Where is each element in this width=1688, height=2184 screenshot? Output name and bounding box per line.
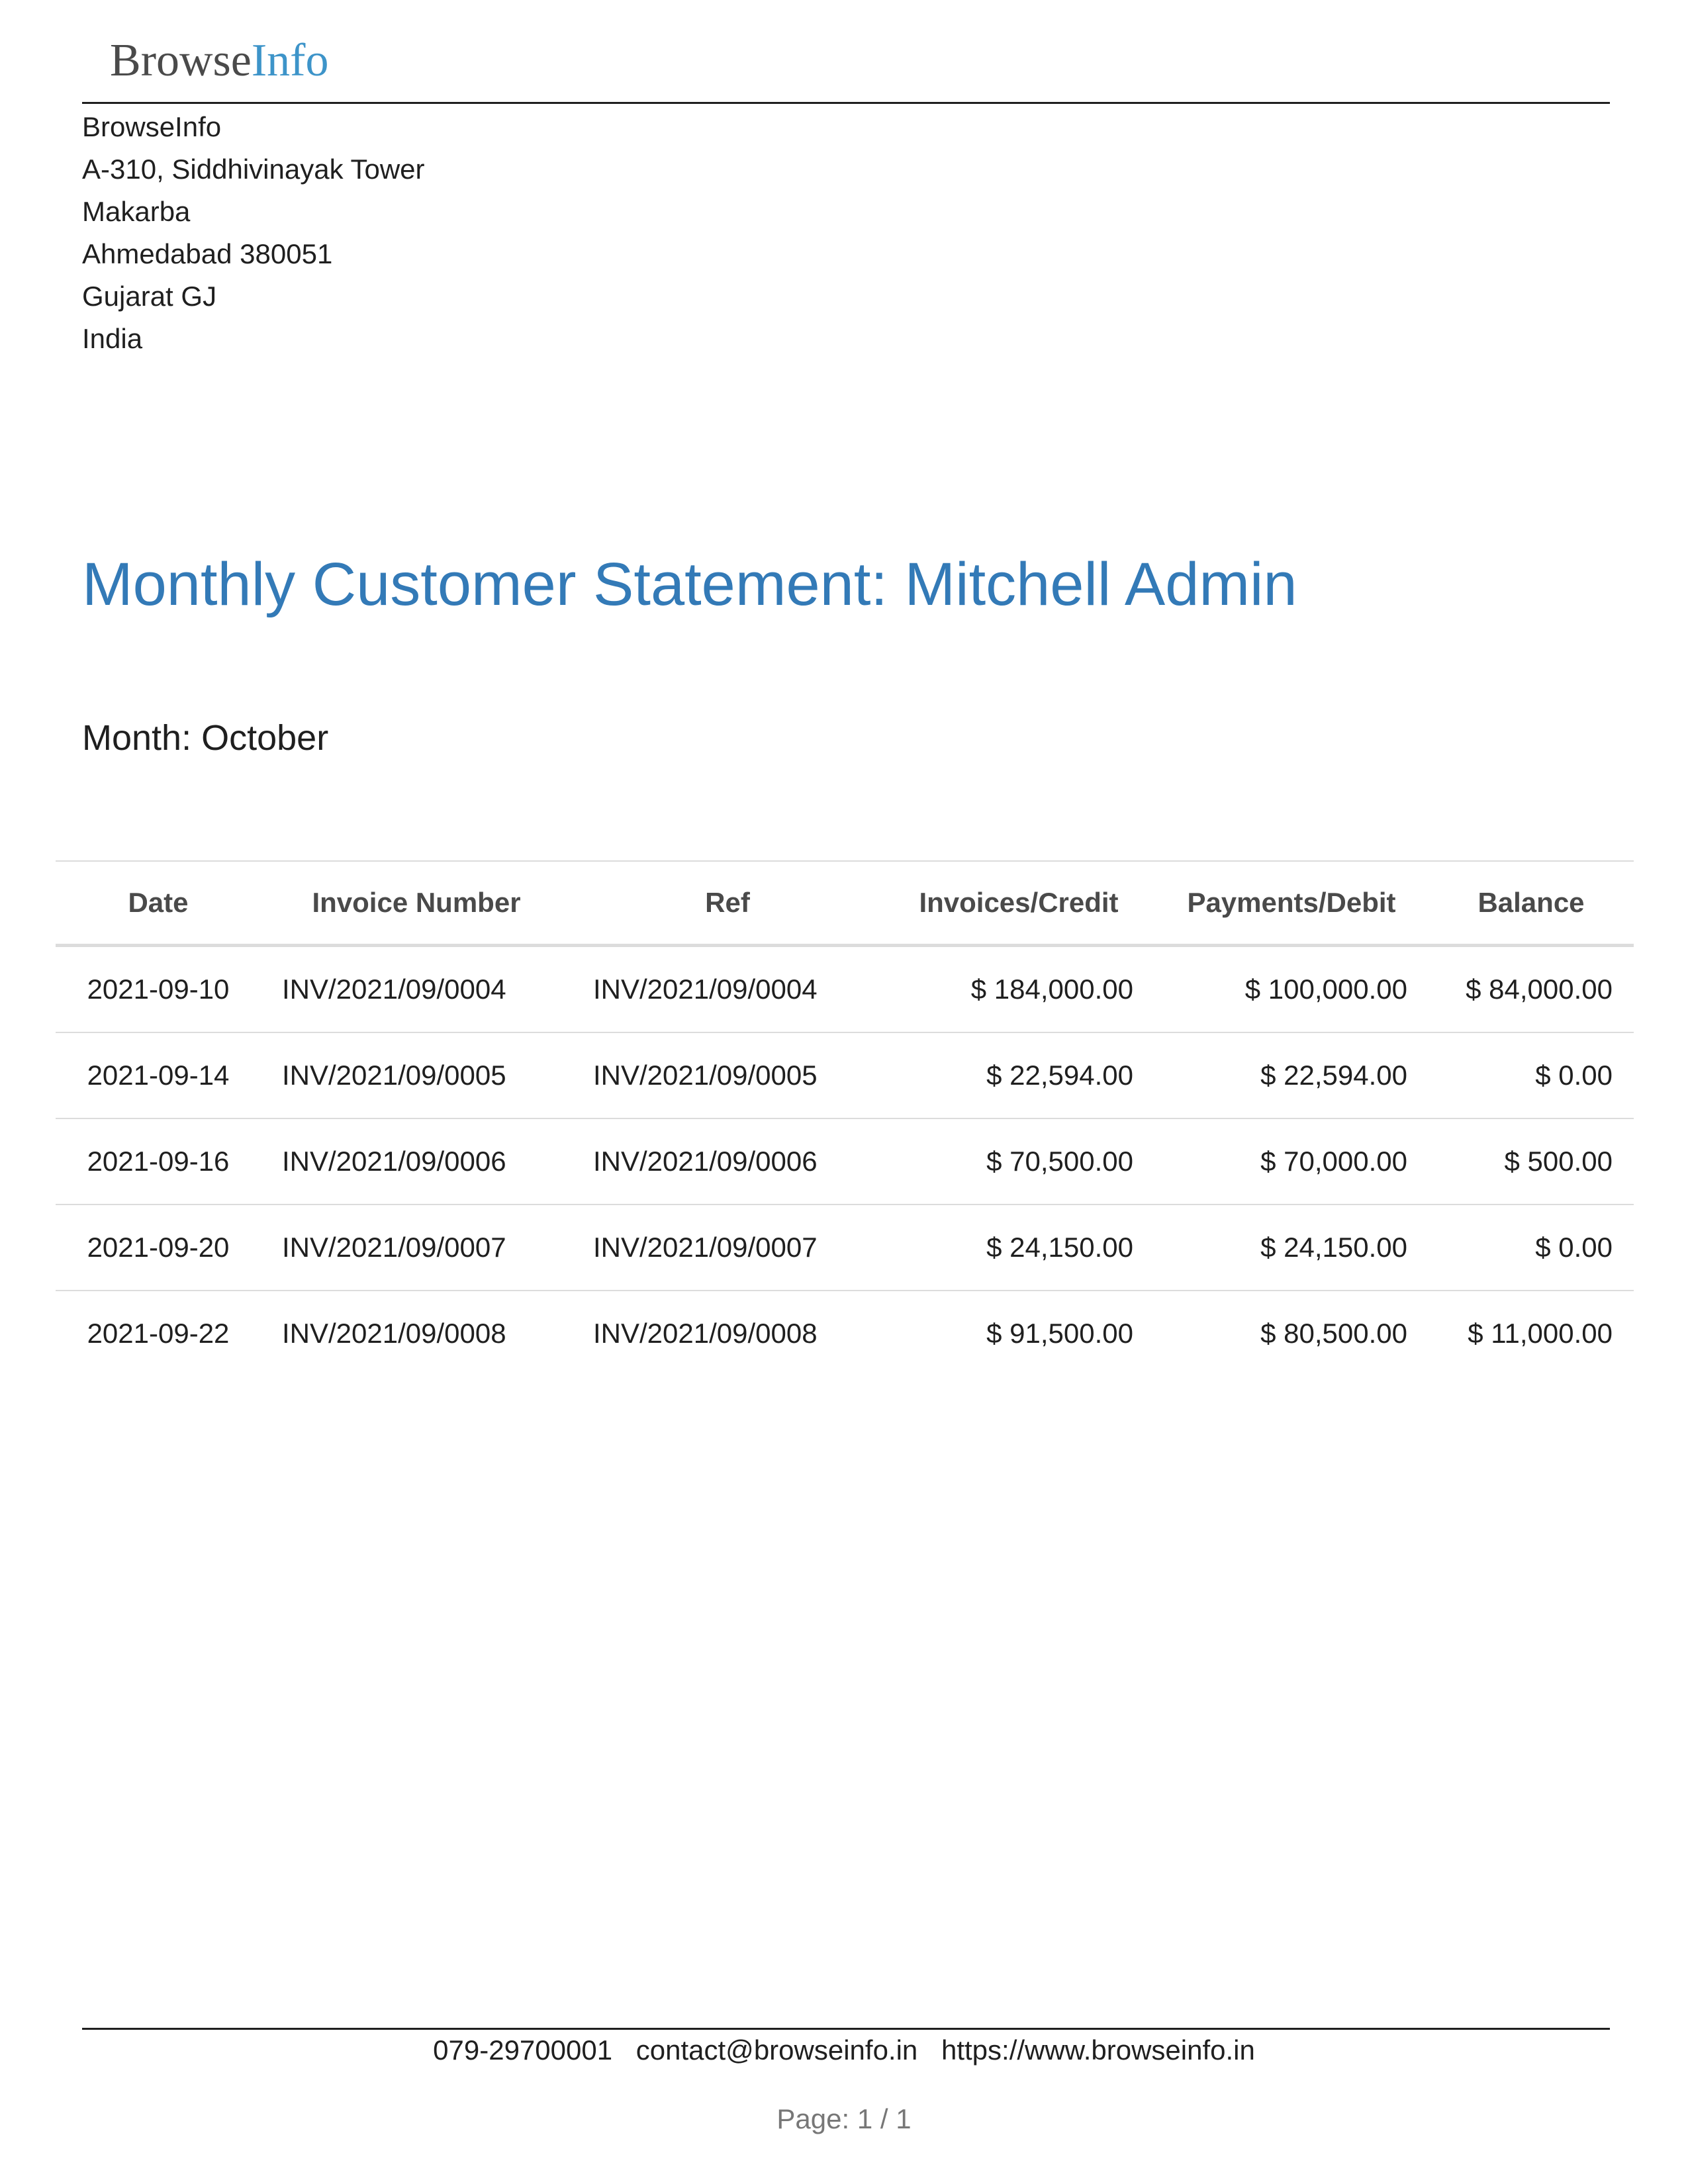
table-row: 2021-09-22 INV/2021/09/0008 INV/2021/09/… bbox=[56, 1291, 1634, 1376]
page-counter: Page: 1 / 1 bbox=[776, 2103, 912, 2134]
address-city-zip: Ahmedabad 380051 bbox=[82, 238, 333, 269]
table-row: 2021-09-10 INV/2021/09/0004 INV/2021/09/… bbox=[56, 945, 1634, 1033]
table-body: 2021-09-10 INV/2021/09/0004 INV/2021/09/… bbox=[56, 945, 1634, 1377]
column-header-invoices-credit: Invoices/Credit bbox=[919, 887, 1119, 918]
table-header-row: Date Invoice Number Ref Invoices/Credit … bbox=[56, 861, 1634, 946]
table-header: Date Invoice Number Ref Invoices/Credit … bbox=[56, 861, 1634, 946]
column-header-invoice-number: Invoice Number bbox=[312, 887, 521, 918]
statement-title: Monthly Customer Statement: Mitchell Adm… bbox=[82, 551, 1297, 618]
cell-balance: $ 0.00 bbox=[1429, 1205, 1634, 1291]
cell-date: 2021-09-20 bbox=[56, 1205, 261, 1291]
cell-balance: $ 500.00 bbox=[1429, 1118, 1634, 1205]
cell-date: 2021-09-14 bbox=[56, 1032, 261, 1119]
cell-invoice-number: INV/2021/09/0007 bbox=[261, 1205, 572, 1291]
address-street: A-310, Siddhivinayak Tower bbox=[82, 154, 425, 185]
address-state: Gujarat GJ bbox=[82, 281, 217, 312]
column-header-date: Date bbox=[128, 887, 189, 918]
address-company-name: BrowseInfo bbox=[82, 111, 222, 142]
footer-email: contact@browseinfo.in bbox=[635, 2034, 918, 2066]
statement-month: Month: October bbox=[82, 718, 329, 758]
logo-text-info: Info bbox=[251, 35, 329, 86]
table-row: 2021-09-14 INV/2021/09/0005 INV/2021/09/… bbox=[56, 1032, 1634, 1119]
header-divider bbox=[82, 102, 1610, 104]
company-logo: BrowseInfo bbox=[110, 34, 329, 87]
cell-invoices-credit: $ 24,150.00 bbox=[883, 1205, 1154, 1291]
cell-balance: $ 84,000.00 bbox=[1429, 945, 1634, 1033]
cell-balance: $ 11,000.00 bbox=[1468, 1318, 1613, 1349]
cell-invoice-number: INV/2021/09/0005 bbox=[261, 1032, 572, 1119]
cell-payments-debit: $ 24,150.00 bbox=[1154, 1205, 1429, 1291]
cell-date: 2021-09-22 bbox=[87, 1318, 230, 1349]
cell-payments-debit: $ 22,594.00 bbox=[1154, 1032, 1429, 1119]
company-address: BrowseInfo A-310, Siddhivinayak Tower Ma… bbox=[82, 106, 425, 360]
address-area: Makarba bbox=[82, 196, 191, 227]
footer-divider bbox=[82, 2028, 1610, 2030]
cell-invoice-number: INV/2021/09/0004 bbox=[261, 945, 572, 1033]
address-country: India bbox=[82, 323, 143, 354]
column-header-payments-debit: Payments/Debit bbox=[1187, 887, 1396, 918]
cell-invoices-credit: $ 70,500.00 bbox=[883, 1118, 1154, 1205]
cell-date: 2021-09-16 bbox=[56, 1118, 261, 1205]
cell-ref: INV/2021/09/0008 bbox=[593, 1318, 818, 1349]
logo-text-browse: Browse bbox=[110, 35, 252, 86]
cell-payments-debit: $ 80,500.00 bbox=[1260, 1318, 1407, 1349]
cell-ref: INV/2021/09/0004 bbox=[572, 945, 883, 1033]
cell-payments-debit: $ 70,000.00 bbox=[1154, 1118, 1429, 1205]
cell-balance: $ 0.00 bbox=[1429, 1032, 1634, 1119]
cell-invoice-number: INV/2021/09/0008 bbox=[282, 1318, 506, 1349]
cell-invoices-credit: $ 184,000.00 bbox=[883, 945, 1154, 1033]
cell-ref: INV/2021/09/0007 bbox=[572, 1205, 883, 1291]
cell-date: 2021-09-10 bbox=[56, 945, 261, 1033]
cell-payments-debit: $ 100,000.00 bbox=[1154, 945, 1429, 1033]
footer-website: https://www.browseinfo.in bbox=[941, 2034, 1255, 2066]
table-row: 2021-09-16 INV/2021/09/0006 INV/2021/09/… bbox=[56, 1118, 1634, 1205]
column-header-balance: Balance bbox=[1477, 887, 1585, 918]
cell-ref: INV/2021/09/0006 bbox=[572, 1118, 883, 1205]
footer-phone: 079-29700001 bbox=[433, 2034, 613, 2066]
cell-invoice-number: INV/2021/09/0006 bbox=[261, 1118, 572, 1205]
cell-ref: INV/2021/09/0005 bbox=[572, 1032, 883, 1119]
cell-invoices-credit: $ 22,594.00 bbox=[883, 1032, 1154, 1119]
column-header-ref: Ref bbox=[705, 887, 750, 918]
footer-contact-info: 079-29700001 contact@browseinfo.in https… bbox=[0, 2030, 1688, 2070]
cell-invoices-credit: $ 91,500.00 bbox=[986, 1318, 1133, 1349]
statement-table: Date Invoice Number Ref Invoices/Credit … bbox=[56, 860, 1634, 1376]
table-row: 2021-09-20 INV/2021/09/0007 INV/2021/09/… bbox=[56, 1205, 1634, 1291]
